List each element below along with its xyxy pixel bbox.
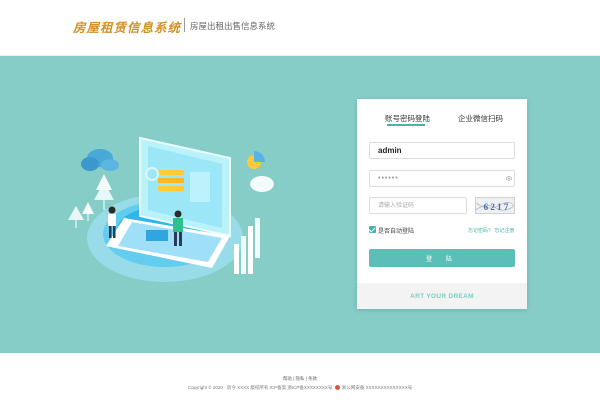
login-button[interactable]: 登 陆: [369, 249, 515, 267]
footer-copyright: Copyright © 2020 · 房今 XXXX 版权所有 ICP备案 浙I…: [0, 385, 600, 391]
tab-account-login[interactable]: 账号密码登陆: [385, 113, 430, 124]
header-divider: [184, 18, 185, 32]
login-panel: 账号密码登陆 企业微信扫码 6 2 1 7 是否自动登陆 忘记密码？ 忘记注册 …: [357, 99, 527, 309]
forgot-password-link[interactable]: 忘记密码？ 忘记注册: [468, 227, 514, 234]
captcha-text: 6 2 1 7: [484, 202, 509, 212]
footer-link-terms[interactable]: 条款: [308, 376, 317, 381]
footer-links: 帮助 | 隐私 | 条款: [282, 376, 318, 381]
remember-checkbox[interactable]: [368, 225, 376, 233]
hero-illustration: [68, 136, 274, 282]
active-tab-indicator: [387, 124, 425, 126]
username-input[interactable]: [369, 142, 515, 159]
copyright-text: Copyright © 2020 · 房今 XXXX 版权所有 ICP备案 浙I…: [187, 385, 333, 390]
motto-text: ART YOUR DREAM: [410, 293, 474, 300]
remember-label: 是否自动登陆: [378, 229, 415, 235]
pie-chart-icon: [247, 151, 274, 192]
site-subtitle: 房屋出租出售信息系统: [190, 21, 276, 31]
police-badge-icon: [334, 385, 340, 391]
captcha-input[interactable]: [369, 197, 467, 214]
captcha-noise-icon: 6 2 1 7: [476, 202, 514, 212]
captcha-image[interactable]: 6 2 1 7: [475, 197, 515, 214]
site-logo[interactable]: 房屋租赁信息系统: [73, 17, 181, 36]
cloud-icon: [81, 149, 119, 171]
footer-link-help[interactable]: 帮助: [283, 376, 292, 381]
check-icon: [368, 225, 376, 233]
top-header: 房屋租赁信息系统 房屋出租出售信息系统: [0, 0, 600, 56]
eye-icon[interactable]: [506, 176, 512, 181]
police-record-text[interactable]: 浙公网安备 XXXXXXXXXXXXXX号: [342, 385, 412, 390]
footer-link-privacy[interactable]: 隐私: [296, 376, 305, 381]
tab-wechat-scan[interactable]: 企业微信扫码: [458, 113, 503, 124]
password-input[interactable]: [369, 170, 515, 187]
